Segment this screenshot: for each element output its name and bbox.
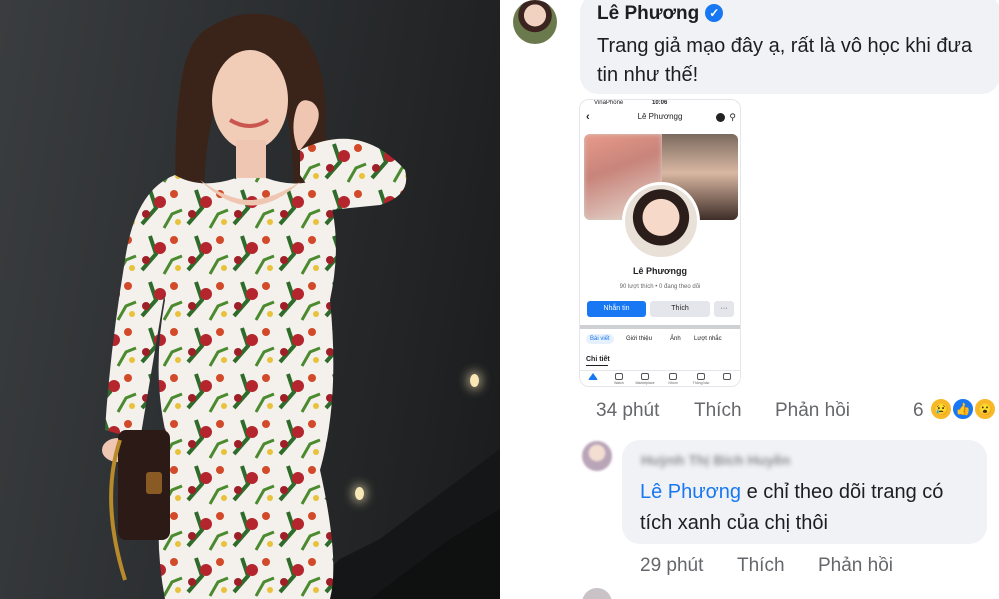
check-badge-icon: ✓ — [705, 4, 724, 22]
tab-mentions[interactable]: Lượt nhắc — [690, 334, 726, 344]
reply-avatar[interactable] — [582, 441, 612, 471]
status-time: 10:06 — [652, 100, 668, 106]
bottom-nav-marketplace[interactable]: Marketplace — [634, 373, 656, 385]
reply-author[interactable]: Huỳnh Thị Bích Huyền — [641, 452, 790, 468]
bottom-nav-label: Marketplace — [635, 381, 655, 385]
status-carrier: VinaPhone — [594, 100, 624, 106]
store-icon — [641, 373, 649, 380]
reply-link[interactable]: Phản hồi — [775, 400, 850, 422]
comment-time[interactable]: 34 phút — [596, 400, 659, 422]
wow-reaction-icon: 😮 — [973, 397, 997, 421]
bell-icon — [697, 373, 705, 380]
bottom-nav-notifications[interactable]: Thông báo — [690, 373, 712, 385]
mention-link[interactable]: Lê Phương — [640, 481, 741, 503]
bottom-nav: Watch Marketplace Nhóm Thông báo — [580, 370, 740, 386]
like-page-button[interactable]: Thích — [650, 301, 710, 317]
sad-reaction-icon: 😢 — [929, 397, 953, 421]
profile-picture[interactable] — [622, 182, 700, 260]
reply-like-link[interactable]: Thích — [737, 555, 785, 577]
reply-time[interactable]: 29 phút — [640, 555, 703, 577]
like-reaction-icon: 👍 — [951, 397, 975, 421]
next-comment-avatar[interactable] — [582, 588, 612, 599]
avatar[interactable] — [513, 0, 557, 44]
more-button[interactable]: ··· — [714, 301, 734, 317]
woman-figure — [102, 13, 407, 599]
attached-screenshot[interactable]: VinaPhone 10:06 ‹ Lê Phươngg ⚲ Lê Phương… — [579, 99, 741, 387]
profile-tabs: Bài viết Giới thiệu Ảnh Lượt nhắc — [580, 334, 740, 348]
divider — [580, 325, 740, 329]
like-link[interactable]: Thích — [694, 400, 742, 422]
groups-icon — [669, 373, 677, 380]
bottom-nav-groups[interactable]: Nhóm — [662, 373, 684, 385]
reply-text: Lê Phương e chỉ theo dõi trang có tích x… — [640, 477, 980, 539]
reply-reply-link[interactable]: Phản hồi — [818, 555, 893, 577]
profile-stats: 90 lượt thích • 0 đang theo dõi — [619, 284, 701, 290]
menu-icon — [723, 373, 731, 380]
message-button[interactable]: Nhắn tin — [587, 301, 646, 317]
messenger-icon[interactable] — [716, 113, 725, 122]
comment-text: Trang giả mạo đây ạ, rất là vô học khi đ… — [597, 35, 973, 86]
bottom-nav-label: Watch — [614, 381, 624, 385]
comment-author[interactable]: Lê Phương ✓ — [597, 3, 724, 25]
status-bar: VinaPhone 10:06 — [580, 100, 740, 108]
bottom-nav-home[interactable] — [582, 373, 604, 381]
facebook-comment-panel: Lê Phương ✓ Trang giả mạo đây ạ, rất là v… — [500, 0, 999, 599]
bottom-nav-menu[interactable] — [716, 373, 738, 381]
search-icon[interactable]: ⚲ — [729, 112, 736, 123]
video-icon — [615, 373, 623, 380]
bottom-nav-label: Nhóm — [668, 381, 678, 385]
page-nav-bar: ‹ Lê Phươngg ⚲ — [580, 110, 740, 126]
tab-posts[interactable]: Bài viết — [586, 334, 614, 344]
profile-name: Lê Phươngg — [633, 266, 687, 276]
reaction-count: 6 — [913, 400, 924, 421]
bottom-nav-watch[interactable]: Watch — [608, 373, 630, 385]
tab-about[interactable]: Giới thiệu — [622, 334, 656, 344]
home-icon — [588, 373, 598, 380]
comment-author-name[interactable]: Lê Phương — [597, 3, 699, 24]
bottom-nav-label: Thông báo — [692, 381, 710, 385]
details-heading: Chi tiết — [586, 356, 610, 363]
tab-photos[interactable]: Ảnh — [666, 334, 685, 344]
details-underline — [586, 365, 608, 366]
celebrity-photo — [0, 0, 500, 599]
